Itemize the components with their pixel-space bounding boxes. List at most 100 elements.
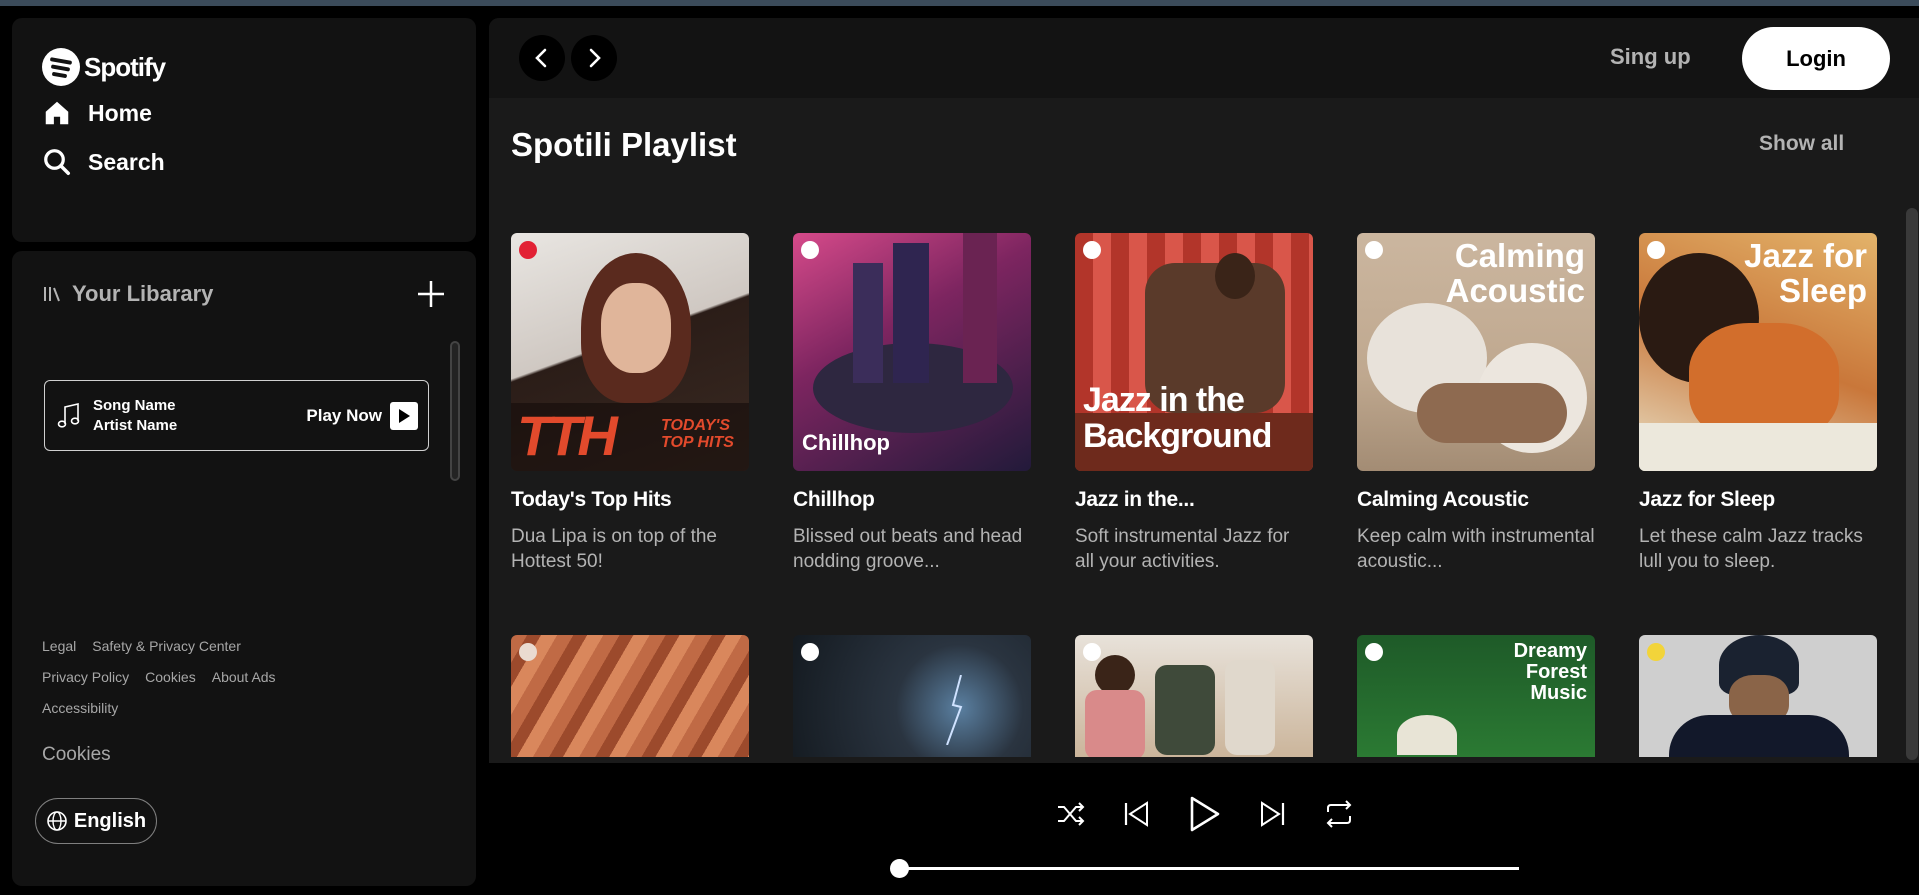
main-header: Sing up Login: [489, 18, 1919, 98]
playlist-card[interactable]: Jazz for Sleep Jazz for Sleep Let these …: [1639, 233, 1877, 574]
previous-icon[interactable]: [1121, 798, 1151, 830]
library-scrollbar[interactable]: [450, 341, 460, 481]
player-bar: [489, 763, 1919, 895]
playlist-cover: Chillhop: [793, 233, 1031, 471]
language-label: English: [73, 809, 147, 832]
spotify-badge-icon: [1365, 241, 1383, 259]
back-button[interactable]: [519, 35, 565, 81]
signup-button[interactable]: Sing up: [1610, 44, 1691, 70]
footer-links: Legal Safety & Privacy Center Privacy Po…: [42, 638, 462, 731]
chevron-right-icon: [589, 48, 601, 68]
progress-track[interactable]: [899, 867, 1519, 870]
forward-button[interactable]: [571, 35, 617, 81]
shuffle-icon[interactable]: [1055, 798, 1087, 830]
play-now-label: Play Now: [306, 405, 382, 425]
playlist-card[interactable]: [511, 635, 749, 757]
playlist-card[interactable]: Calming Acoustic Calming Acoustic Keep c…: [1357, 233, 1595, 574]
nav-home[interactable]: Home: [42, 98, 152, 128]
chevron-left-icon: [535, 48, 547, 68]
add-icon[interactable]: [414, 277, 448, 311]
spotify-logo[interactable]: Spotify: [42, 48, 166, 86]
nav-home-label: Home: [88, 99, 152, 126]
spotify-logo-icon: [42, 48, 80, 86]
playlist-title: Jazz for Sleep: [1639, 488, 1775, 511]
link-cookies[interactable]: Cookies: [145, 669, 196, 685]
spotify-badge-icon: [1365, 643, 1383, 661]
playlist-cover: [1639, 635, 1877, 757]
playlist-cover: Calming Acoustic: [1357, 233, 1595, 471]
playlist-cover: TTH TODAY'S TOP HITS: [511, 233, 749, 471]
cover-art-face: [601, 283, 671, 373]
brand-name: Spotify: [84, 51, 166, 82]
library-title: Your Libarary: [72, 281, 214, 306]
next-icon[interactable]: [1258, 798, 1288, 830]
nav-search-label: Search: [88, 148, 165, 175]
playlist-card[interactable]: [1639, 635, 1877, 757]
now-playing-card[interactable]: Song Name Artist Name Play Now: [44, 380, 429, 451]
link-safety-privacy[interactable]: Safety & Privacy Center: [92, 638, 241, 654]
cover-art: [1397, 715, 1457, 755]
playlist-title: Chillhop: [793, 488, 875, 511]
playlist-card[interactable]: Chillhop Chillhop Blissed out beats and …: [793, 233, 1031, 574]
globe-icon: [47, 811, 67, 831]
cover-title: Calming Acoustic: [1445, 237, 1585, 309]
playlist-card[interactable]: Dreamy Forest Music: [1357, 635, 1595, 757]
playlist-cover: Jazz in the Background: [1075, 233, 1313, 471]
library-header[interactable]: Your Libarary: [42, 281, 213, 307]
lightning-icon: [946, 675, 963, 745]
play-icon[interactable]: [1187, 795, 1221, 833]
cover-title: Chillhop: [802, 430, 890, 455]
main-panel: Sing up Login Spotili Playlist Show all …: [489, 18, 1919, 763]
playlist-title: Calming Acoustic: [1357, 488, 1529, 511]
spotify-badge-icon: [519, 643, 537, 661]
playlist-cover: [793, 635, 1031, 757]
home-icon: [45, 101, 69, 125]
progress-handle[interactable]: [890, 859, 909, 878]
playlist-description: Dua Lipa is on top of the Hottest 50!: [511, 526, 717, 572]
spotify-badge-icon: [1647, 643, 1665, 661]
song-info: Song Name Artist Name: [93, 396, 306, 436]
link-about-ads[interactable]: About Ads: [212, 669, 276, 685]
spotify-badge-icon: [1083, 643, 1101, 661]
song-name: Song Name: [93, 396, 176, 414]
playlist-cover: Jazz for Sleep: [1639, 233, 1877, 471]
cover-title: Jazz for Sleep: [1744, 237, 1867, 309]
playlist-card[interactable]: [793, 635, 1031, 757]
link-legal[interactable]: Legal: [42, 638, 76, 654]
playlist-description: Blissed out beats and head nodding groov…: [793, 526, 1023, 572]
playlist-cover: [1075, 635, 1313, 757]
spotify-badge-icon: [801, 643, 819, 661]
playlist-cover: [511, 635, 749, 757]
content-scrollbar[interactable]: [1906, 208, 1918, 760]
search-icon: [44, 149, 70, 175]
show-all-link[interactable]: Show all: [1759, 132, 1844, 156]
play-now-button[interactable]: Play Now: [306, 401, 418, 430]
sidebar-nav-panel: Spotify Home Search: [12, 18, 476, 242]
link-accessibility[interactable]: Accessibility: [42, 700, 118, 716]
login-button[interactable]: Login: [1742, 27, 1890, 90]
cover-title: Dreamy Forest Music: [1513, 640, 1587, 704]
link-privacy-policy[interactable]: Privacy Policy: [42, 669, 129, 685]
spotify-badge-icon: [1083, 241, 1101, 259]
playlist-card[interactable]: [1075, 635, 1313, 757]
cover-title: TODAY'S TOP HITS: [661, 417, 734, 451]
library-panel: Your Libarary Song Name Artist Name Play…: [12, 251, 476, 886]
cookies-link[interactable]: Cookies: [42, 744, 111, 766]
spotify-badge-icon: [519, 241, 537, 259]
nav-search[interactable]: Search: [42, 147, 165, 177]
library-icon: [44, 287, 60, 302]
playlist-card[interactable]: Jazz in the Background Jazz in the... So…: [1075, 233, 1313, 574]
playlist-cover: Dreamy Forest Music: [1357, 635, 1595, 757]
cover-title: Jazz in the Background: [1083, 381, 1272, 455]
cover-art: [1095, 655, 1135, 695]
language-button[interactable]: English: [35, 798, 157, 844]
repeat-icon[interactable]: [1322, 798, 1356, 830]
playlist-description: Keep calm with instrumental acoustic...: [1357, 526, 1595, 572]
spotify-badge-icon: [801, 241, 819, 259]
window-top-strip: [0, 0, 1919, 6]
playlist-card[interactable]: TTH TODAY'S TOP HITS Today's Top Hits Du…: [511, 233, 749, 574]
spotify-badge-icon: [1647, 241, 1665, 259]
play-box-icon: [390, 401, 418, 430]
playlist-description: Let these calm Jazz tracks lull you to s…: [1639, 526, 1863, 572]
artist-name: Artist Name: [93, 416, 178, 434]
